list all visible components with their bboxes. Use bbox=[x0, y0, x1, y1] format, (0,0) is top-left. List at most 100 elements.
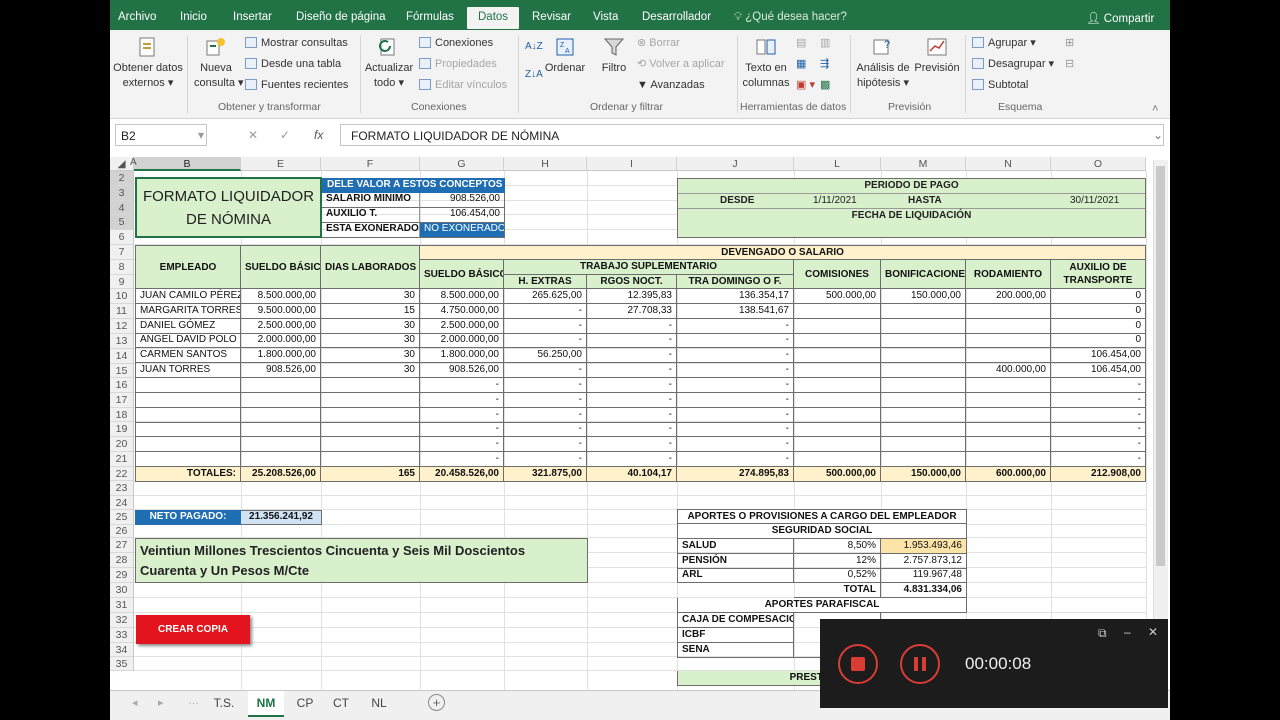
payroll-cell-sueldo-basico[interactable]: 8.500.000,00 bbox=[420, 289, 504, 304]
close-icon[interactable]: ✕ bbox=[1148, 625, 1158, 639]
sheet-tab-nl[interactable]: NL bbox=[364, 691, 394, 715]
actualizar-todo-button[interactable]: Actualizar todo ▾ bbox=[362, 36, 416, 91]
stop-record-button[interactable] bbox=[838, 644, 878, 684]
payroll-cell-bonificaciones[interactable] bbox=[881, 392, 966, 408]
row-header-30[interactable]: 30 bbox=[110, 583, 134, 598]
payroll-cell-rgos-noct[interactable]: - bbox=[587, 407, 677, 423]
mostrar-consultas-button[interactable]: Mostrar consultas bbox=[245, 36, 348, 50]
col-header-o[interactable]: O bbox=[1051, 157, 1146, 171]
payroll-cell-bonificaciones[interactable] bbox=[881, 318, 966, 334]
payroll-cell-sueldo[interactable] bbox=[241, 437, 321, 453]
sort-za-button[interactable]: Z↓A bbox=[525, 68, 543, 82]
total-sueldo-basico[interactable]: 20.458.526,00 bbox=[420, 466, 504, 482]
payroll-cell-comisiones[interactable] bbox=[794, 437, 881, 453]
sheet-tab-ct[interactable]: CT bbox=[326, 691, 356, 715]
payroll-cell-h-extras[interactable]: - bbox=[504, 333, 587, 349]
row-header-17[interactable]: 17 bbox=[110, 393, 134, 408]
add-sheet-icon[interactable]: + bbox=[428, 694, 445, 711]
payroll-cell-empleado[interactable]: JUAN CAMILO PÉREZ bbox=[135, 289, 241, 304]
payroll-cell-rodamiento[interactable] bbox=[966, 392, 1051, 408]
neto-value[interactable]: 21.356.241,92 bbox=[241, 510, 322, 525]
row-header-7[interactable]: 7 bbox=[110, 245, 134, 260]
texto-columnas-button[interactable]: Texto en columnas bbox=[740, 36, 792, 91]
row-header-27[interactable]: 27 bbox=[110, 538, 134, 553]
payroll-cell-bonificaciones[interactable] bbox=[881, 363, 966, 379]
row-header-18[interactable]: 18 bbox=[110, 408, 134, 422]
payroll-cell-rgos-noct[interactable]: - bbox=[587, 333, 677, 349]
payroll-cell-tra-domingo[interactable]: - bbox=[677, 407, 794, 423]
total-rodamiento[interactable]: 600.000,00 bbox=[966, 466, 1051, 482]
payroll-cell-rgos-noct[interactable]: - bbox=[587, 377, 677, 393]
consolidate-icon[interactable]: ▥ bbox=[820, 36, 830, 50]
payroll-cell-rgos-noct[interactable]: - bbox=[587, 318, 677, 334]
tab-desarrollador[interactable]: Desarrollador bbox=[642, 11, 711, 23]
prev-sheet-icon[interactable]: ◂ bbox=[132, 696, 138, 709]
tab-formulas[interactable]: Fórmulas bbox=[406, 11, 454, 23]
row-header-14[interactable]: 14 bbox=[110, 349, 134, 364]
filtro-button[interactable]: Filtro bbox=[594, 36, 634, 76]
row-header-16[interactable]: 16 bbox=[110, 378, 134, 393]
payroll-cell-sueldo[interactable]: 2.500.000,00 bbox=[241, 318, 321, 334]
payroll-cell-rgos-noct[interactable]: 12.395,83 bbox=[587, 289, 677, 304]
scroll-thumb[interactable] bbox=[1156, 166, 1165, 566]
row-header-12[interactable]: 12 bbox=[110, 319, 134, 334]
payroll-cell-bonificaciones[interactable] bbox=[881, 377, 966, 393]
payroll-cell-tra-domingo[interactable]: - bbox=[677, 363, 794, 379]
payroll-cell-comisiones[interactable] bbox=[794, 377, 881, 393]
payroll-cell-sueldo[interactable]: 1.800.000,00 bbox=[241, 348, 321, 364]
row-header-10[interactable]: 10 bbox=[110, 289, 134, 304]
title-cell[interactable]: FORMATO LIQUIDADOR DE NÓMINA bbox=[135, 177, 322, 238]
row-header-3[interactable]: 3 bbox=[110, 186, 134, 201]
total-tra-domingo[interactable]: 274.895,83 bbox=[677, 466, 794, 482]
total-dias[interactable]: 165 bbox=[321, 466, 420, 482]
col-header-h[interactable]: H bbox=[504, 157, 587, 171]
payroll-cell-h-extras[interactable]: 56.250,00 bbox=[504, 348, 587, 364]
worksheet-grid[interactable]: ◢ B E F G H I J L M N O A 2 3 4 5 6 7 8 9 10 11 12… bbox=[110, 157, 1170, 690]
expand-formula-icon[interactable]: ⌄ bbox=[1153, 128, 1163, 142]
payroll-cell-comisiones[interactable] bbox=[794, 333, 881, 349]
avanzadas-button[interactable]: ▼ Avanzadas bbox=[637, 78, 705, 92]
payroll-cell-sueldo-basico[interactable]: - bbox=[420, 407, 504, 423]
row-header-23[interactable]: 23 bbox=[110, 481, 134, 496]
payroll-cell-tra-domingo[interactable]: - bbox=[677, 422, 794, 438]
row-header-5[interactable]: 5 bbox=[110, 215, 134, 230]
desagrupar-button[interactable]: Desagrupar ▾ bbox=[972, 57, 1054, 71]
aporte-arl-value[interactable]: 119.967,48 bbox=[881, 568, 967, 584]
hasta-value[interactable]: 30/11/2021 bbox=[1070, 195, 1119, 206]
aporte-salud-value[interactable]: 1.953.493,46 bbox=[881, 539, 967, 554]
payroll-cell-h-extras[interactable]: - bbox=[504, 422, 587, 438]
total-sueldo[interactable]: 25.208.526,00 bbox=[241, 466, 321, 482]
payroll-cell-sueldo-basico[interactable]: 2.000.000,00 bbox=[420, 333, 504, 349]
payroll-cell-sueldo-basico[interactable]: - bbox=[420, 422, 504, 438]
cancel-icon[interactable]: ✕ bbox=[248, 128, 258, 142]
payroll-cell-rodamiento[interactable] bbox=[966, 437, 1051, 453]
row-header-26[interactable]: 26 bbox=[110, 525, 134, 538]
payroll-cell-comisiones[interactable] bbox=[794, 422, 881, 438]
payroll-cell-rodamiento[interactable]: 200.000,00 bbox=[966, 289, 1051, 304]
payroll-cell-bonificaciones[interactable] bbox=[881, 452, 966, 468]
row-header-31[interactable]: 31 bbox=[110, 598, 134, 613]
payroll-cell-bonificaciones[interactable] bbox=[881, 407, 966, 423]
payroll-cell-rodamiento[interactable] bbox=[966, 422, 1051, 438]
payroll-cell-empleado[interactable] bbox=[135, 422, 241, 438]
total-rgos-noct[interactable]: 40.104,17 bbox=[587, 466, 677, 482]
payroll-cell-empleado[interactable]: MARGARITA TORRES bbox=[135, 303, 241, 319]
exonerado-value[interactable]: NO EXONERADO bbox=[420, 223, 505, 238]
payroll-cell-auxilio[interactable]: 0 bbox=[1051, 303, 1146, 319]
row-header-33[interactable]: 33 bbox=[110, 628, 134, 643]
col-header-i[interactable]: I bbox=[587, 157, 677, 171]
payroll-cell-tra-domingo[interactable]: - bbox=[677, 318, 794, 334]
row-header-32[interactable]: 32 bbox=[110, 613, 134, 628]
payroll-cell-auxilio[interactable]: - bbox=[1051, 392, 1146, 408]
payroll-cell-tra-domingo[interactable]: - bbox=[677, 392, 794, 408]
sheet-tab-nm[interactable]: NM bbox=[248, 691, 284, 717]
borrar-button[interactable]: ⊗ Borrar bbox=[637, 36, 680, 50]
payroll-cell-auxilio[interactable]: - bbox=[1051, 377, 1146, 393]
payroll-cell-auxilio[interactable]: 106.454,00 bbox=[1051, 363, 1146, 379]
payroll-cell-dias[interactable] bbox=[321, 437, 420, 453]
payroll-cell-sueldo-basico[interactable]: 4.750.000,00 bbox=[420, 303, 504, 319]
conexiones-button[interactable]: Conexiones bbox=[419, 36, 493, 50]
payroll-cell-dias[interactable] bbox=[321, 377, 420, 393]
auxilio-value[interactable]: 106.454,00 bbox=[420, 208, 505, 223]
payroll-cell-auxilio[interactable]: - bbox=[1051, 407, 1146, 423]
